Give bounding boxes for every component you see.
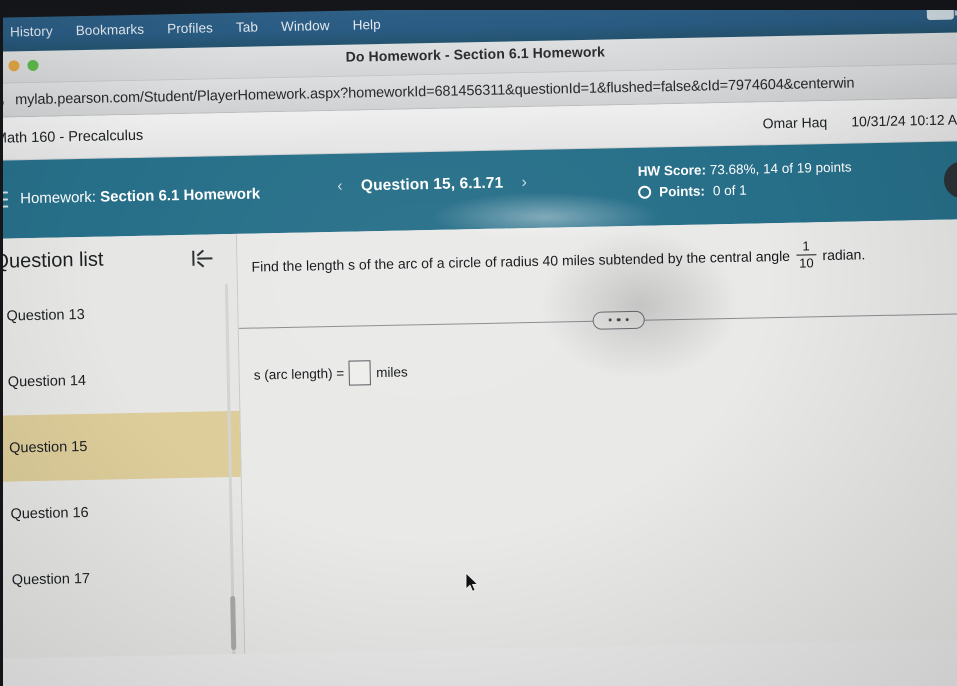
question-list-header: Question list [0, 234, 237, 284]
screen-bezel-top [0, 0, 957, 10]
empty-circle-icon [638, 186, 652, 200]
hw-score-value: 73.68%, 14 of 19 points [709, 159, 852, 178]
previous-question-icon[interactable]: ‹ [333, 178, 347, 196]
next-question-icon[interactable]: › [517, 174, 531, 192]
fraction-denominator: 10 [798, 255, 814, 271]
menu-item-profiles[interactable]: Profiles [167, 20, 213, 36]
question-prompt-text-end: radian. [822, 246, 866, 263]
points-line: Points: 0 of 1 [638, 178, 868, 203]
points-label: Points: [658, 183, 706, 200]
fraction-numerator: 1 [802, 238, 810, 254]
menu-item-history[interactable]: History [10, 24, 53, 40]
screen-bezel-left [0, 0, 3, 686]
collapse-panel-icon[interactable] [190, 248, 214, 268]
answer-row: s (arc length) = miles [253, 348, 957, 387]
list-item-label: Question 16 [10, 504, 89, 523]
question-list-items: Question 13 Question 14 Question 15 Ques… [0, 279, 243, 614]
homework-title-name: Section 6.1 Homework [99, 185, 261, 206]
save-button[interactable]: S [943, 160, 957, 199]
mouse-pointer-icon [465, 572, 479, 592]
timestamp: 10/31/24 10:12 AM [851, 111, 957, 130]
list-item[interactable]: Question 13 [0, 279, 238, 350]
ellipsis-button[interactable] [592, 310, 645, 330]
menu-item-bookmarks[interactable]: Bookmarks [76, 22, 145, 38]
list-item[interactable]: Question 17 [0, 543, 243, 614]
list-item-label: Question 13 [6, 306, 85, 325]
menu-item-help[interactable]: Help [352, 17, 380, 33]
user-name: Omar Haq [762, 114, 828, 132]
list-item-label: Question 17 [11, 570, 91, 589]
question-content-panel: Find the length s of the arc of a circle… [236, 218, 957, 654]
question-divider [238, 304, 957, 336]
homework-score-block: HW Score: 73.68%, 14 of 19 points Points… [638, 157, 869, 203]
current-question-title: Question 15, 6.1.71 [360, 174, 504, 195]
points-value: 0 of 1 [712, 182, 747, 199]
list-item-label: Question 14 [7, 372, 87, 391]
answer-label: s (arc length) = [253, 365, 345, 383]
menu-item-tab[interactable]: Tab [236, 19, 258, 34]
question-prompt: Find the length s of the arc of a circle… [251, 237, 957, 282]
question-prompt-text: Find the length s of the arc of a circle… [251, 247, 791, 275]
pearson-page: Math 160 - Precalculus Omar Haq 10/31/24… [0, 98, 957, 686]
list-item-label: Question 15 [8, 438, 88, 457]
list-item[interactable]: Question 14 [0, 345, 239, 416]
menu-bar-items: History Bookmarks Profiles Tab Window He… [10, 17, 381, 39]
course-title: Math 160 - Precalculus [0, 127, 144, 147]
answer-unit: miles [375, 364, 408, 380]
question-list-panel: Question list Question 13 Question 14 Qu… [0, 233, 246, 659]
homework-title: Homework: Section 6.1 Homework [20, 184, 260, 209]
list-item-active[interactable]: Question 15 [0, 410, 241, 483]
course-header-right: Omar Haq 10/31/24 10:12 AM [762, 111, 957, 131]
scrollbar-thumb[interactable] [230, 595, 237, 651]
fraction-one-tenth: 1 10 [795, 238, 817, 271]
hw-score-label: HW Score: [637, 162, 707, 179]
answer-input[interactable] [348, 359, 372, 386]
screen-photo: History Bookmarks Profiles Tab Window He… [0, 0, 957, 686]
question-list-title: Question list [0, 248, 104, 273]
menu-item-window[interactable]: Window [281, 18, 330, 34]
list-item[interactable]: Question 16 [0, 477, 242, 548]
question-navigation: ‹ Question 15, 6.1.71 › [333, 174, 532, 196]
homework-title-prefix: Homework: [19, 188, 97, 208]
